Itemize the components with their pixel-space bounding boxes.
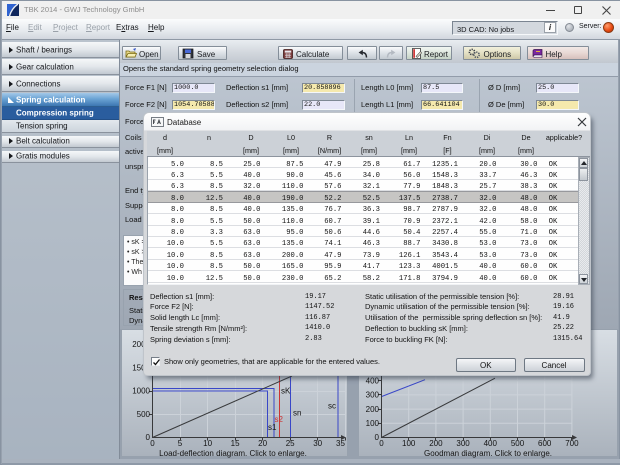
svg-text:15: 15 bbox=[231, 439, 240, 448]
svg-text:30: 30 bbox=[313, 439, 322, 448]
svg-text:200: 200 bbox=[429, 439, 443, 448]
svg-text:300: 300 bbox=[366, 391, 380, 400]
svg-text:0: 0 bbox=[150, 439, 155, 448]
svg-text:Goodman diagram. Click to enla: Goodman diagram. Click to enlarge. bbox=[424, 449, 552, 458]
svg-text:300: 300 bbox=[456, 439, 470, 448]
svg-text:sc: sc bbox=[328, 402, 336, 411]
svg-text:400: 400 bbox=[484, 439, 498, 448]
svg-text:10: 10 bbox=[203, 439, 212, 448]
svg-text:100: 100 bbox=[366, 419, 380, 428]
svg-text:100: 100 bbox=[402, 439, 416, 448]
svg-text:600: 600 bbox=[538, 439, 552, 448]
svg-text:s1: s1 bbox=[268, 423, 277, 432]
svg-text:500: 500 bbox=[137, 410, 151, 419]
svg-text:200: 200 bbox=[366, 405, 380, 414]
svg-text:500: 500 bbox=[511, 439, 525, 448]
svg-text:700: 700 bbox=[565, 439, 579, 448]
svg-text:25: 25 bbox=[286, 439, 295, 448]
svg-text:20: 20 bbox=[258, 439, 267, 448]
svg-text:sn: sn bbox=[293, 409, 301, 418]
svg-text:5: 5 bbox=[178, 439, 183, 448]
svg-text:Load-deflection diagram. Click: Load-deflection diagram. Click to enlarg… bbox=[159, 449, 307, 458]
svg-text:400: 400 bbox=[366, 376, 380, 385]
svg-text:1000: 1000 bbox=[132, 387, 150, 396]
svg-text:sK: sK bbox=[281, 387, 291, 396]
svg-text:0: 0 bbox=[379, 439, 384, 448]
svg-text:s2: s2 bbox=[275, 415, 284, 424]
svg-text:35: 35 bbox=[336, 439, 345, 448]
